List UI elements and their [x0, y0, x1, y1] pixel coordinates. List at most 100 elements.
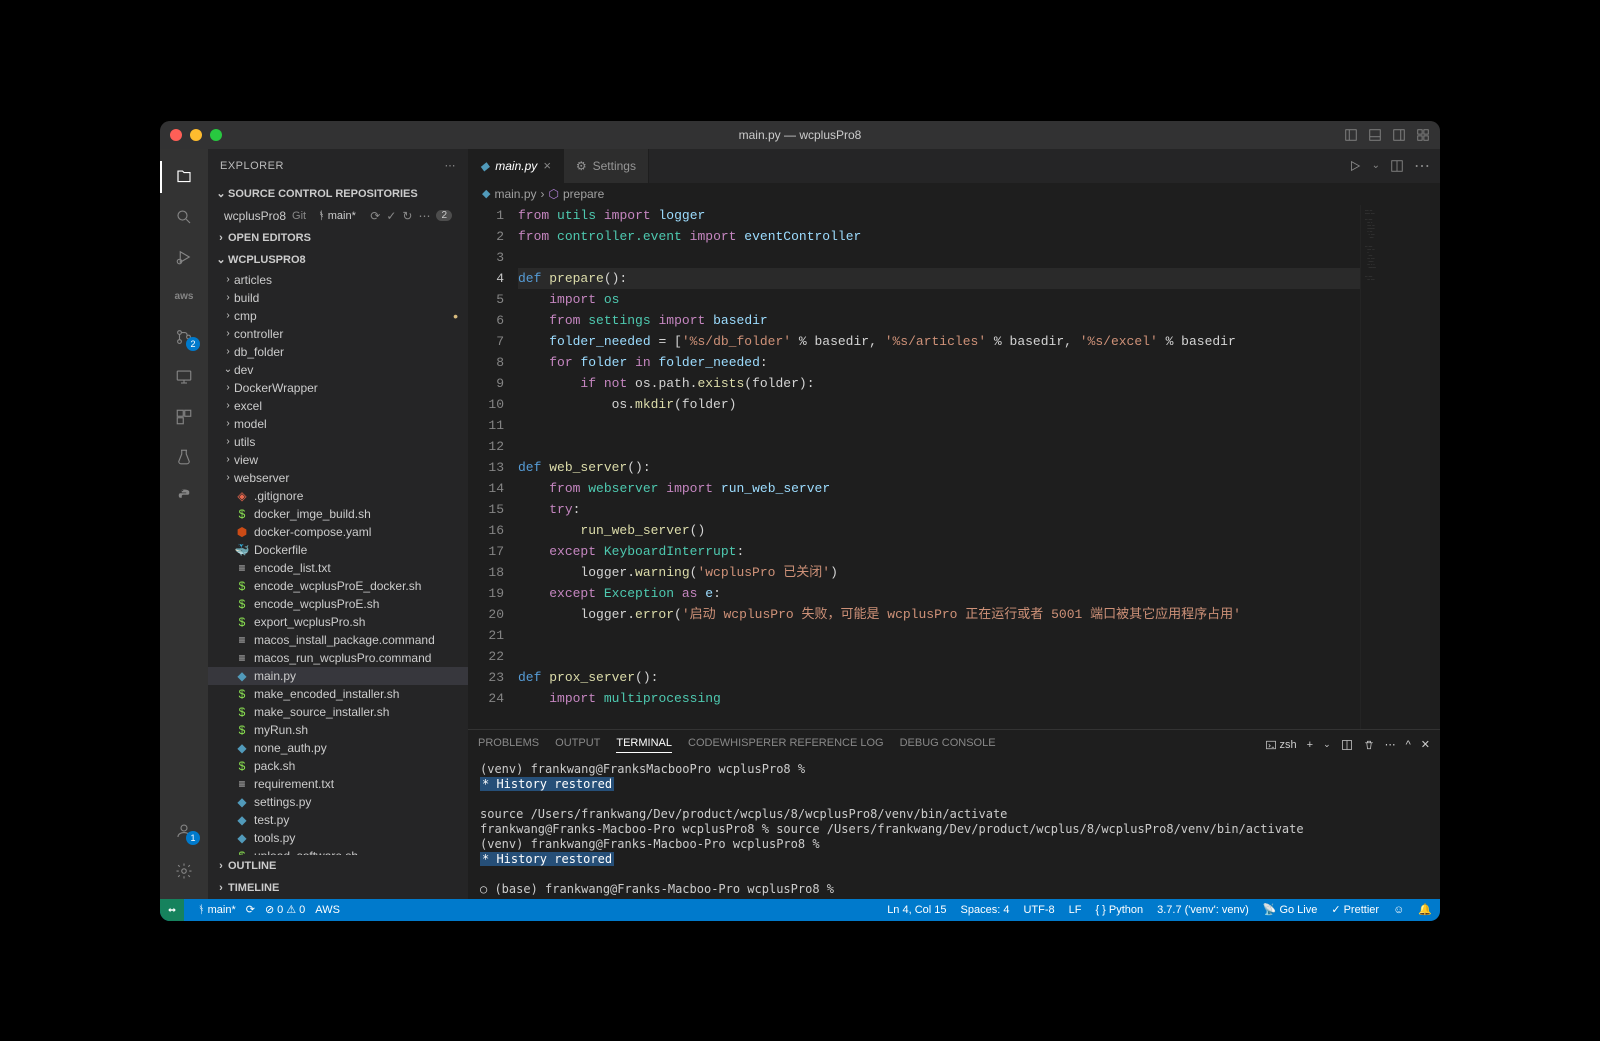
file-tree[interactable]: ›articles›build›cmp•›controller›db_folde…: [208, 271, 468, 855]
minimize-window-button[interactable]: [190, 129, 202, 141]
folder-item[interactable]: ›DockerWrapper: [208, 379, 468, 397]
panel-tab[interactable]: DEBUG CONSOLE: [900, 737, 996, 753]
file-item[interactable]: ≡encode_list.txt: [208, 559, 468, 577]
source-control-activity[interactable]: 2: [160, 317, 208, 357]
code-editor[interactable]: 123456789101112131415161718192021222324 …: [468, 205, 1440, 729]
layout-panel-icon[interactable]: [1368, 128, 1382, 142]
customize-layout-icon[interactable]: [1416, 128, 1430, 142]
file-item[interactable]: $upload_software.sh: [208, 847, 468, 855]
folder-item[interactable]: ›controller: [208, 325, 468, 343]
panel-tab[interactable]: TERMINAL: [616, 737, 672, 753]
run-file-icon[interactable]: [1348, 159, 1362, 173]
file-item[interactable]: 🐳Dockerfile: [208, 541, 468, 559]
section-project[interactable]: ⌄ WCPLUSPRO8: [208, 249, 468, 271]
remote-indicator[interactable]: [160, 899, 184, 921]
new-terminal-icon[interactable]: +: [1307, 739, 1313, 751]
status-aws[interactable]: AWS: [315, 904, 340, 916]
sync-icon[interactable]: ⟳: [370, 209, 380, 223]
status-eol[interactable]: LF: [1069, 904, 1082, 916]
file-item[interactable]: $pack.sh: [208, 757, 468, 775]
status-golive[interactable]: 📡 Go Live: [1263, 903, 1318, 916]
commit-icon[interactable]: ✓: [386, 209, 396, 223]
file-item[interactable]: ◆tools.py: [208, 829, 468, 847]
folder-item[interactable]: ›articles: [208, 271, 468, 289]
run-debug-activity[interactable]: [160, 237, 208, 277]
status-language[interactable]: { } Python: [1095, 904, 1143, 916]
file-item[interactable]: ◆settings.py: [208, 793, 468, 811]
extensions-activity[interactable]: [160, 397, 208, 437]
maximize-window-button[interactable]: [210, 129, 222, 141]
layout-sidebar-left-icon[interactable]: [1344, 128, 1358, 142]
file-item[interactable]: $encode_wcplusProE.sh: [208, 595, 468, 613]
run-dropdown-icon[interactable]: ⌄: [1372, 160, 1380, 171]
status-notifications-icon[interactable]: 🔔: [1418, 903, 1432, 916]
editor-tab[interactable]: ⚙Settings: [564, 149, 649, 183]
panel-tab[interactable]: CODEWHISPERER REFERENCE LOG: [688, 737, 884, 753]
refresh-icon[interactable]: ↻: [402, 209, 412, 223]
status-feedback-icon[interactable]: ☺: [1393, 904, 1404, 916]
status-sync[interactable]: ⟳: [246, 903, 255, 916]
terminal-shell-select[interactable]: zsh: [1265, 739, 1297, 751]
status-problems[interactable]: ⊘ 0 ⚠ 0: [265, 903, 305, 916]
file-item[interactable]: ◈.gitignore: [208, 487, 468, 505]
repo-row[interactable]: wcplusPro8 Git ᚬ main* ⟳ ✓ ↻ ⋯ 2: [208, 205, 468, 227]
file-item[interactable]: ◆main.py: [208, 667, 468, 685]
close-window-button[interactable]: [170, 129, 182, 141]
repo-more-icon[interactable]: ⋯: [418, 209, 430, 223]
sidebar-more-icon[interactable]: ⋯: [445, 159, 457, 172]
editor-tab[interactable]: ◆main.py×: [468, 149, 564, 183]
kill-terminal-icon[interactable]: [1363, 739, 1375, 751]
status-interpreter[interactable]: 3.7.7 ('venv': venv): [1157, 904, 1249, 916]
file-item[interactable]: $myRun.sh: [208, 721, 468, 739]
python-env-activity[interactable]: [160, 477, 208, 517]
file-item[interactable]: $make_source_installer.sh: [208, 703, 468, 721]
folder-item[interactable]: ›excel: [208, 397, 468, 415]
accounts-activity[interactable]: 1: [160, 811, 208, 851]
split-terminal-icon[interactable]: [1341, 739, 1353, 751]
folder-item[interactable]: ›model: [208, 415, 468, 433]
file-item[interactable]: $make_encoded_installer.sh: [208, 685, 468, 703]
section-open-editors[interactable]: › OPEN EDITORS: [208, 227, 468, 249]
folder-item[interactable]: ›db_folder: [208, 343, 468, 361]
status-cursor-position[interactable]: Ln 4, Col 15: [887, 904, 946, 916]
section-timeline[interactable]: › TIMELINE: [208, 877, 468, 899]
file-item[interactable]: ◆none_auth.py: [208, 739, 468, 757]
panel-tab[interactable]: PROBLEMS: [478, 737, 539, 753]
status-indentation[interactable]: Spaces: 4: [961, 904, 1010, 916]
section-outline[interactable]: › OUTLINE: [208, 855, 468, 877]
folder-item[interactable]: ›cmp•: [208, 307, 468, 325]
maximize-panel-icon[interactable]: ^: [1406, 739, 1411, 751]
folder-item[interactable]: ›view: [208, 451, 468, 469]
file-item[interactable]: ≡macos_install_package.command: [208, 631, 468, 649]
settings-activity[interactable]: [160, 851, 208, 891]
panel-tab[interactable]: OUTPUT: [555, 737, 600, 753]
close-panel-icon[interactable]: ✕: [1421, 738, 1430, 751]
close-tab-icon[interactable]: ×: [543, 158, 551, 173]
folder-item[interactable]: ›build: [208, 289, 468, 307]
status-encoding[interactable]: UTF-8: [1023, 904, 1054, 916]
section-source-control[interactable]: ⌄ SOURCE CONTROL REPOSITORIES: [208, 183, 468, 205]
file-item[interactable]: ⬢docker-compose.yaml: [208, 523, 468, 541]
folder-item[interactable]: ›utils: [208, 433, 468, 451]
explorer-activity[interactable]: [160, 157, 208, 197]
remote-explorer-activity[interactable]: [160, 357, 208, 397]
file-item[interactable]: ≡macos_run_wcplusPro.command: [208, 649, 468, 667]
file-item[interactable]: $encode_wcplusProE_docker.sh: [208, 577, 468, 595]
file-item[interactable]: $export_wcplusPro.sh: [208, 613, 468, 631]
search-activity[interactable]: [160, 197, 208, 237]
file-item[interactable]: ◆test.py: [208, 811, 468, 829]
split-editor-icon[interactable]: [1390, 159, 1404, 173]
editor-more-icon[interactable]: ⋯: [1414, 156, 1430, 176]
status-branch[interactable]: ᚬ main*: [198, 904, 236, 916]
folder-item[interactable]: ⌄dev: [208, 361, 468, 379]
terminal-content[interactable]: (venv) frankwang@FranksMacbooPro wcplusP…: [468, 760, 1440, 899]
minimap[interactable]: ▬▬▬ ▬▬▬▬▬▬ ▬▬▬▬▬ ▬▬▬ ▬▬ ▬ ▬▬▬ ▬▬ ▬▬▬▬▬▬ …: [1360, 205, 1440, 729]
breadcrumb[interactable]: ◆ main.py › ⬡ prepare: [468, 183, 1440, 205]
panel-more-icon[interactable]: ⋯: [1385, 738, 1396, 751]
aws-activity[interactable]: aws: [160, 277, 208, 317]
file-item[interactable]: ≡requirement.txt: [208, 775, 468, 793]
file-item[interactable]: $docker_imge_build.sh: [208, 505, 468, 523]
terminal-dropdown-icon[interactable]: ⌄: [1323, 739, 1331, 750]
code-content[interactable]: from utils import loggerfrom controller.…: [518, 205, 1360, 729]
layout-sidebar-right-icon[interactable]: [1392, 128, 1406, 142]
